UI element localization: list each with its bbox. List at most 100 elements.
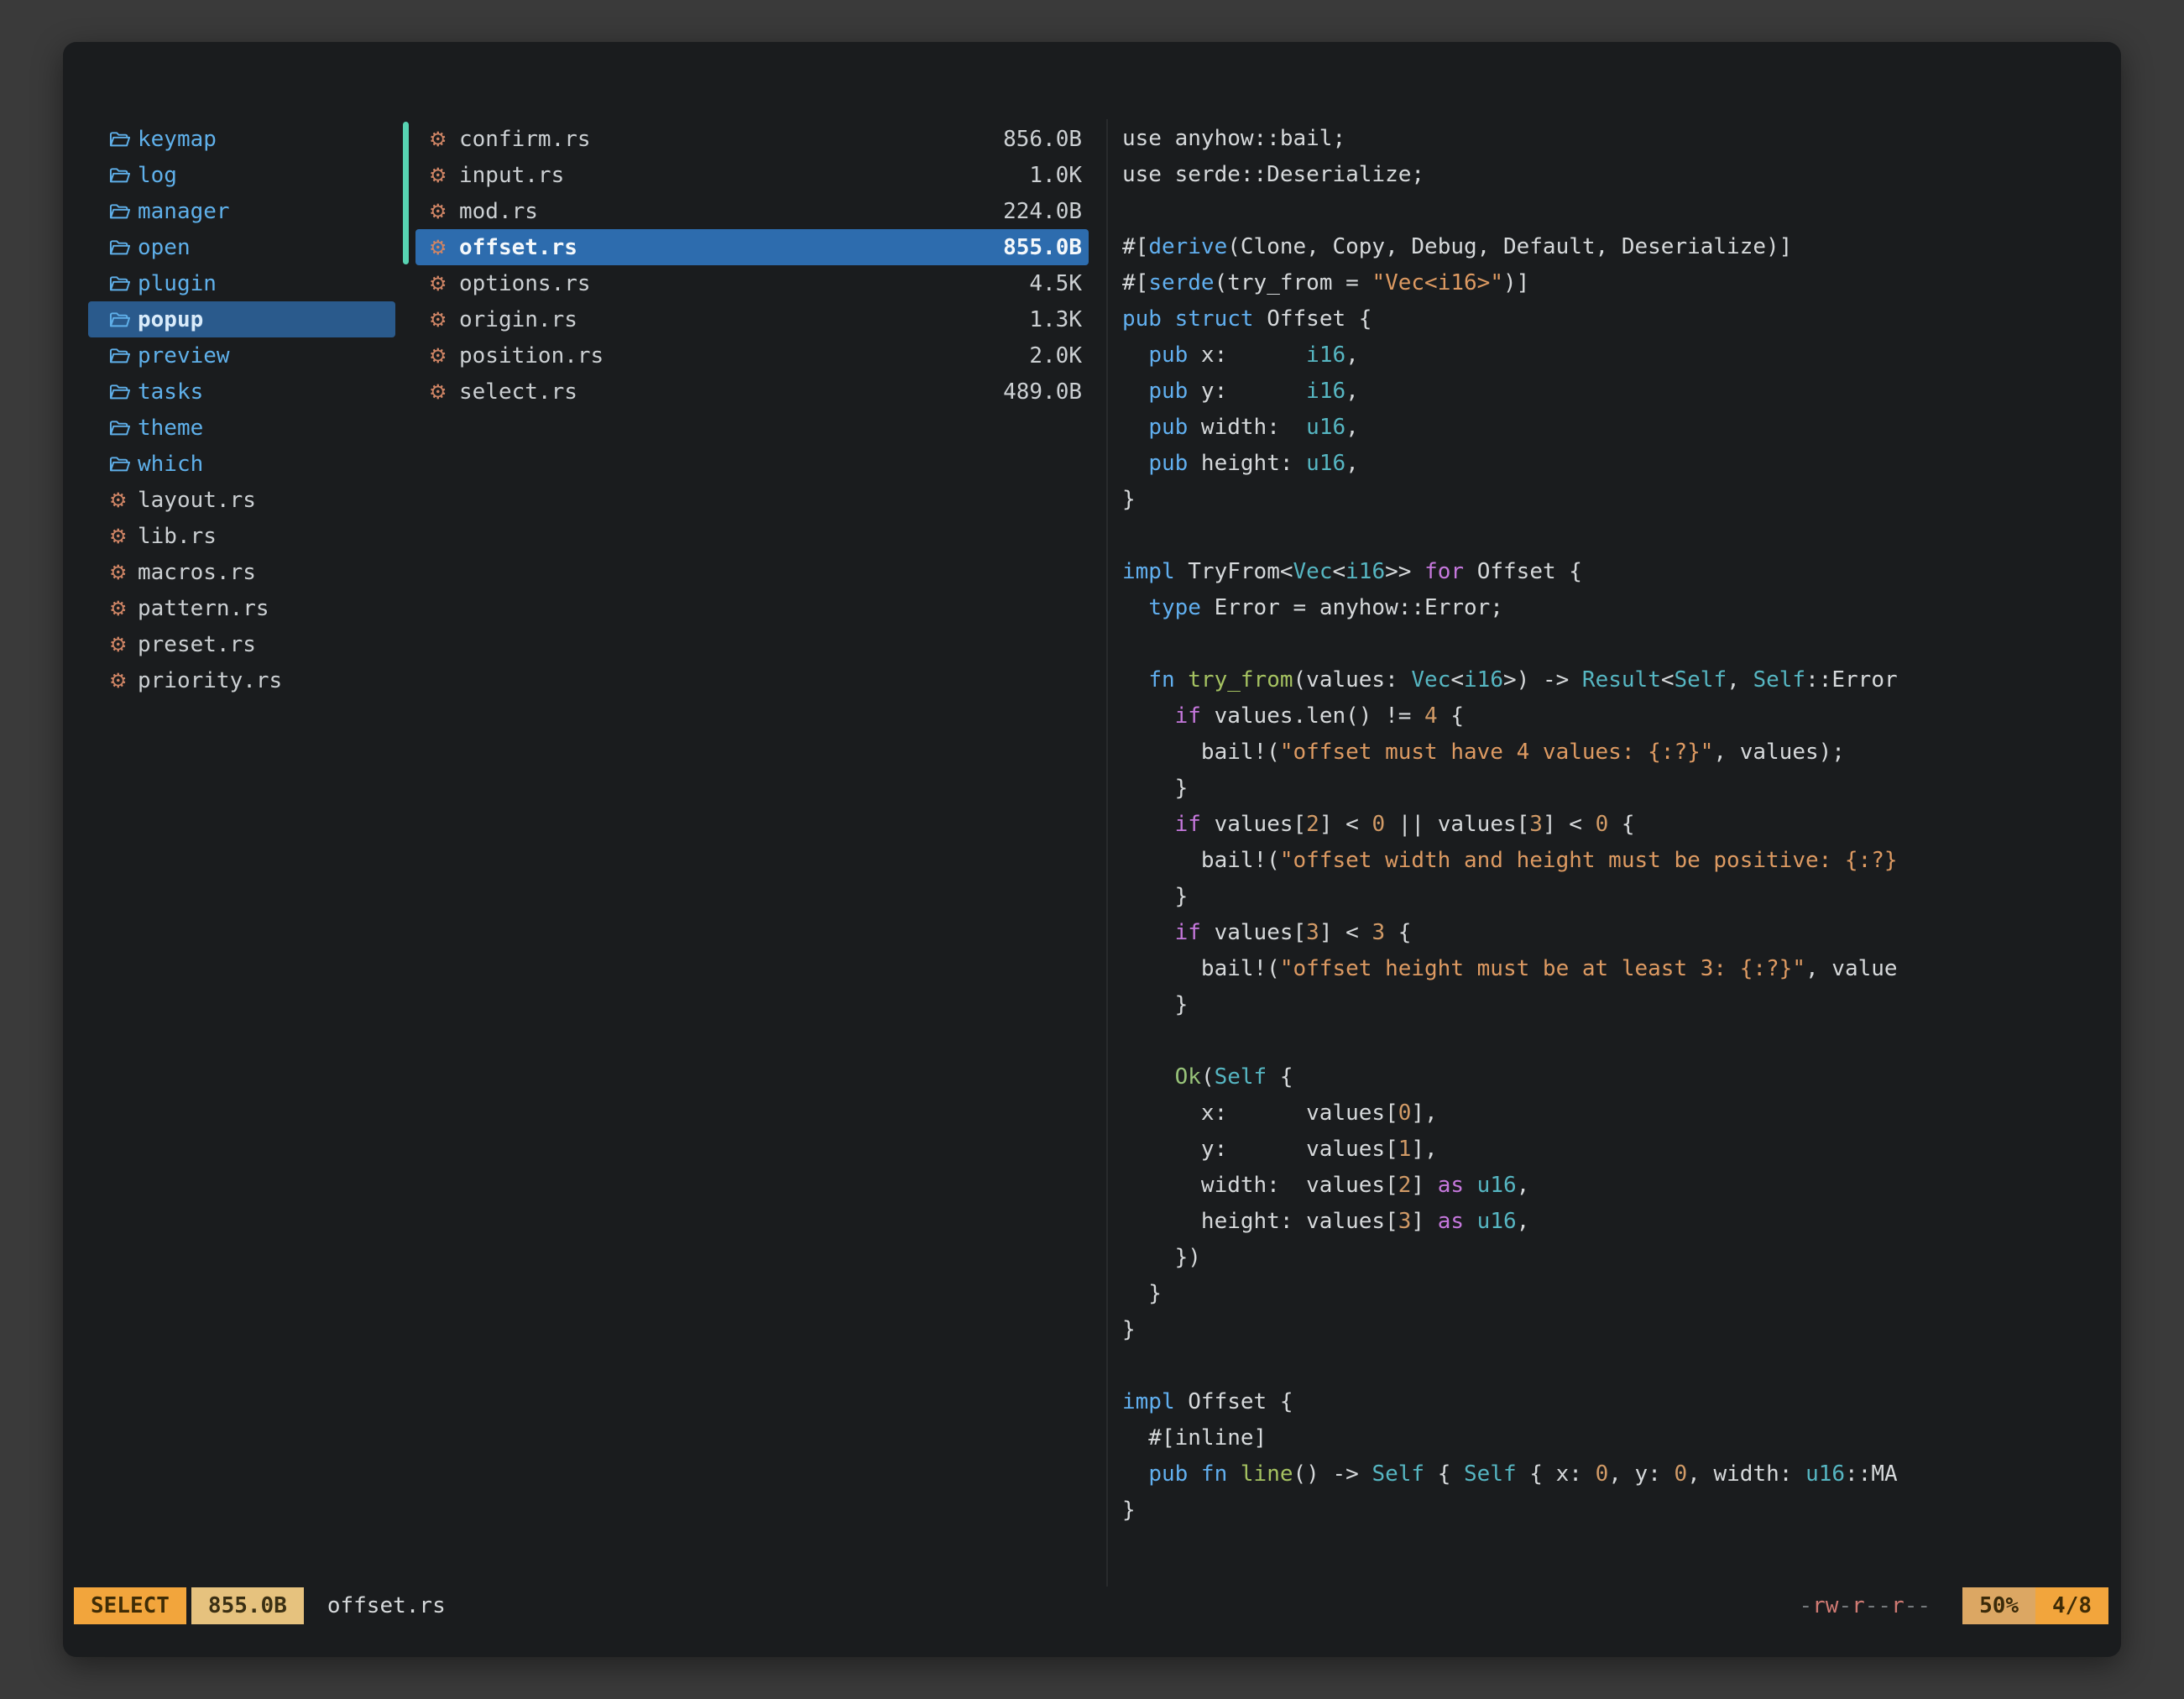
code-line xyxy=(1122,626,2113,662)
file-name: options.rs xyxy=(459,271,591,296)
sidebar-item-label: pattern.rs xyxy=(138,596,269,621)
sidebar-item-preview[interactable]: preview xyxy=(88,337,395,374)
sidebar-item-label: priority.rs xyxy=(138,668,282,693)
current-directory-panel: ⚙confirm.rs856.0B⚙input.rs1.0K⚙mod.rs224… xyxy=(415,121,1089,410)
rust-file-icon: ⚙ xyxy=(109,490,138,510)
file-row-mod-rs[interactable]: ⚙mod.rs 224.0B xyxy=(415,193,1089,229)
folder-icon xyxy=(109,346,138,366)
sidebar-item-label: open xyxy=(138,235,191,260)
sidebar-item-label: tasks xyxy=(138,379,203,405)
code-line: pub y: i16, xyxy=(1122,374,2113,410)
sidebar-item-label: plugin xyxy=(138,271,217,296)
code-line: bail!("offset height must be at least 3:… xyxy=(1122,951,2113,987)
folder-icon xyxy=(109,129,138,149)
code-line: } xyxy=(1122,1276,2113,1312)
sidebar-item-log[interactable]: log xyxy=(88,157,395,193)
sidebar-item-macros-rs[interactable]: ⚙macros.rs xyxy=(88,554,395,590)
code-line xyxy=(1122,1348,2113,1384)
folder-icon xyxy=(109,165,138,186)
sidebar-item-label: popup xyxy=(138,307,203,332)
code-line: use anyhow::bail; xyxy=(1122,121,2113,157)
file-size: 4.5K xyxy=(1029,271,1082,296)
file-row-position-rs[interactable]: ⚙position.rs2.0K xyxy=(415,337,1089,374)
file-size-badge: 855.0B xyxy=(191,1587,304,1624)
file-row-select-rs[interactable]: ⚙select.rs489.0B xyxy=(415,374,1089,410)
file-row-origin-rs[interactable]: ⚙origin.rs 1.3K xyxy=(415,301,1089,337)
file-size: 1.3K xyxy=(1029,307,1082,332)
sidebar-item-layout-rs[interactable]: ⚙layout.rs xyxy=(88,482,395,518)
file-size: 856.0B xyxy=(1003,127,1082,152)
code-line: fn try_from(values: Vec<i16>) -> Result<… xyxy=(1122,662,2113,698)
sidebar-item-priority-rs[interactable]: ⚙priority.rs xyxy=(88,662,395,698)
code-line: pub fn line() -> Self { Self { x: 0, y: … xyxy=(1122,1456,2113,1493)
file-preview-panel: use anyhow::bail;use serde::Deserialize;… xyxy=(1122,121,2113,1529)
code-line: bail!("offset must have 4 values: {:?}",… xyxy=(1122,734,2113,771)
code-line: if values[2] < 0 || values[3] < 0 { xyxy=(1122,807,2113,843)
panel-divider xyxy=(1106,119,1108,1587)
file-name: mod.rs xyxy=(459,199,538,224)
sidebar-item-pattern-rs[interactable]: ⚙pattern.rs xyxy=(88,590,395,626)
sidebar-item-keymap[interactable]: keymap xyxy=(88,121,395,157)
file-row-offset-rs[interactable]: ⚙offset.rs855.0B xyxy=(415,229,1089,265)
code-line: } xyxy=(1122,987,2113,1023)
sidebar-item-plugin[interactable]: plugin xyxy=(88,265,395,301)
code-line: #[inline] xyxy=(1122,1420,2113,1456)
rust-file-icon: ⚙ xyxy=(429,129,457,149)
rust-file-icon: ⚙ xyxy=(429,201,457,222)
sidebar-item-lib-rs[interactable]: ⚙lib.rs xyxy=(88,518,395,554)
sidebar-item-which[interactable]: which xyxy=(88,446,395,482)
rust-file-icon: ⚙ xyxy=(429,310,457,330)
rust-file-icon: ⚙ xyxy=(109,635,138,655)
code-line: #[serde(try_from = "Vec<i16>")] xyxy=(1122,265,2113,301)
rust-file-icon: ⚙ xyxy=(109,671,138,691)
sidebar-item-label: keymap xyxy=(138,127,217,152)
sidebar-item-label: log xyxy=(138,163,177,188)
code-line: pub width: u16, xyxy=(1122,410,2113,446)
code-line: #[derive(Clone, Copy, Debug, Default, De… xyxy=(1122,229,2113,265)
file-row-input-rs[interactable]: ⚙input.rs1.0K xyxy=(415,157,1089,193)
sidebar-item-tasks[interactable]: tasks xyxy=(88,374,395,410)
file-name: offset.rs xyxy=(459,235,577,260)
file-row-confirm-rs[interactable]: ⚙confirm.rs 856.0B xyxy=(415,121,1089,157)
parent-directory-panel: keymap log manager open plugin popup preview ta… xyxy=(88,121,395,698)
folder-icon xyxy=(109,382,138,402)
file-size: 1.0K xyxy=(1029,163,1082,188)
sidebar-item-label: layout.rs xyxy=(138,488,256,513)
folder-icon xyxy=(109,454,138,474)
code-line: pub x: i16, xyxy=(1122,337,2113,374)
mode-badge: SELECT xyxy=(74,1587,186,1624)
file-name: position.rs xyxy=(459,343,603,369)
file-row-options-rs[interactable]: ⚙options.rs4.5K xyxy=(415,265,1089,301)
code-line: Ok(Self { xyxy=(1122,1059,2113,1095)
sidebar-item-label: lib.rs xyxy=(138,524,217,549)
file-size: 489.0B xyxy=(1003,379,1082,405)
sidebar-item-open[interactable]: open xyxy=(88,229,395,265)
cursor-position-badge: 4/8 xyxy=(2035,1587,2108,1624)
code-line: type Error = anyhow::Error; xyxy=(1122,590,2113,626)
code-line: } xyxy=(1122,1493,2113,1529)
rust-file-icon: ⚙ xyxy=(429,238,457,258)
sidebar-item-label: manager xyxy=(138,199,230,224)
file-name: origin.rs xyxy=(459,307,577,332)
sidebar-item-popup[interactable]: popup xyxy=(88,301,395,337)
rust-file-icon: ⚙ xyxy=(109,526,138,546)
folder-icon xyxy=(109,418,138,438)
code-line xyxy=(1122,1023,2113,1059)
scroll-percent-badge: 50% xyxy=(1962,1587,2035,1624)
code-line: } xyxy=(1122,771,2113,807)
file-size: 224.0B xyxy=(1003,199,1082,224)
rust-file-icon: ⚙ xyxy=(429,346,457,366)
sidebar-item-label: macros.rs xyxy=(138,560,256,585)
file-name: confirm.rs xyxy=(459,127,591,152)
file-permissions: -rw-r--r-- xyxy=(1800,1593,1931,1618)
code-line: bail!("offset width and height must be p… xyxy=(1122,843,2113,879)
code-line: }) xyxy=(1122,1240,2113,1276)
sidebar-item-manager[interactable]: manager xyxy=(88,193,395,229)
sidebar-item-preset-rs[interactable]: ⚙preset.rs xyxy=(88,626,395,662)
rust-file-icon: ⚙ xyxy=(109,562,138,583)
sidebar-item-label: which xyxy=(138,452,203,477)
yazi-file-manager-window: keymap log manager open plugin popup preview ta… xyxy=(63,42,2121,1657)
code-line: pub struct Offset { xyxy=(1122,301,2113,337)
sidebar-item-theme[interactable]: theme xyxy=(88,410,395,446)
code-line: if values.len() != 4 { xyxy=(1122,698,2113,734)
